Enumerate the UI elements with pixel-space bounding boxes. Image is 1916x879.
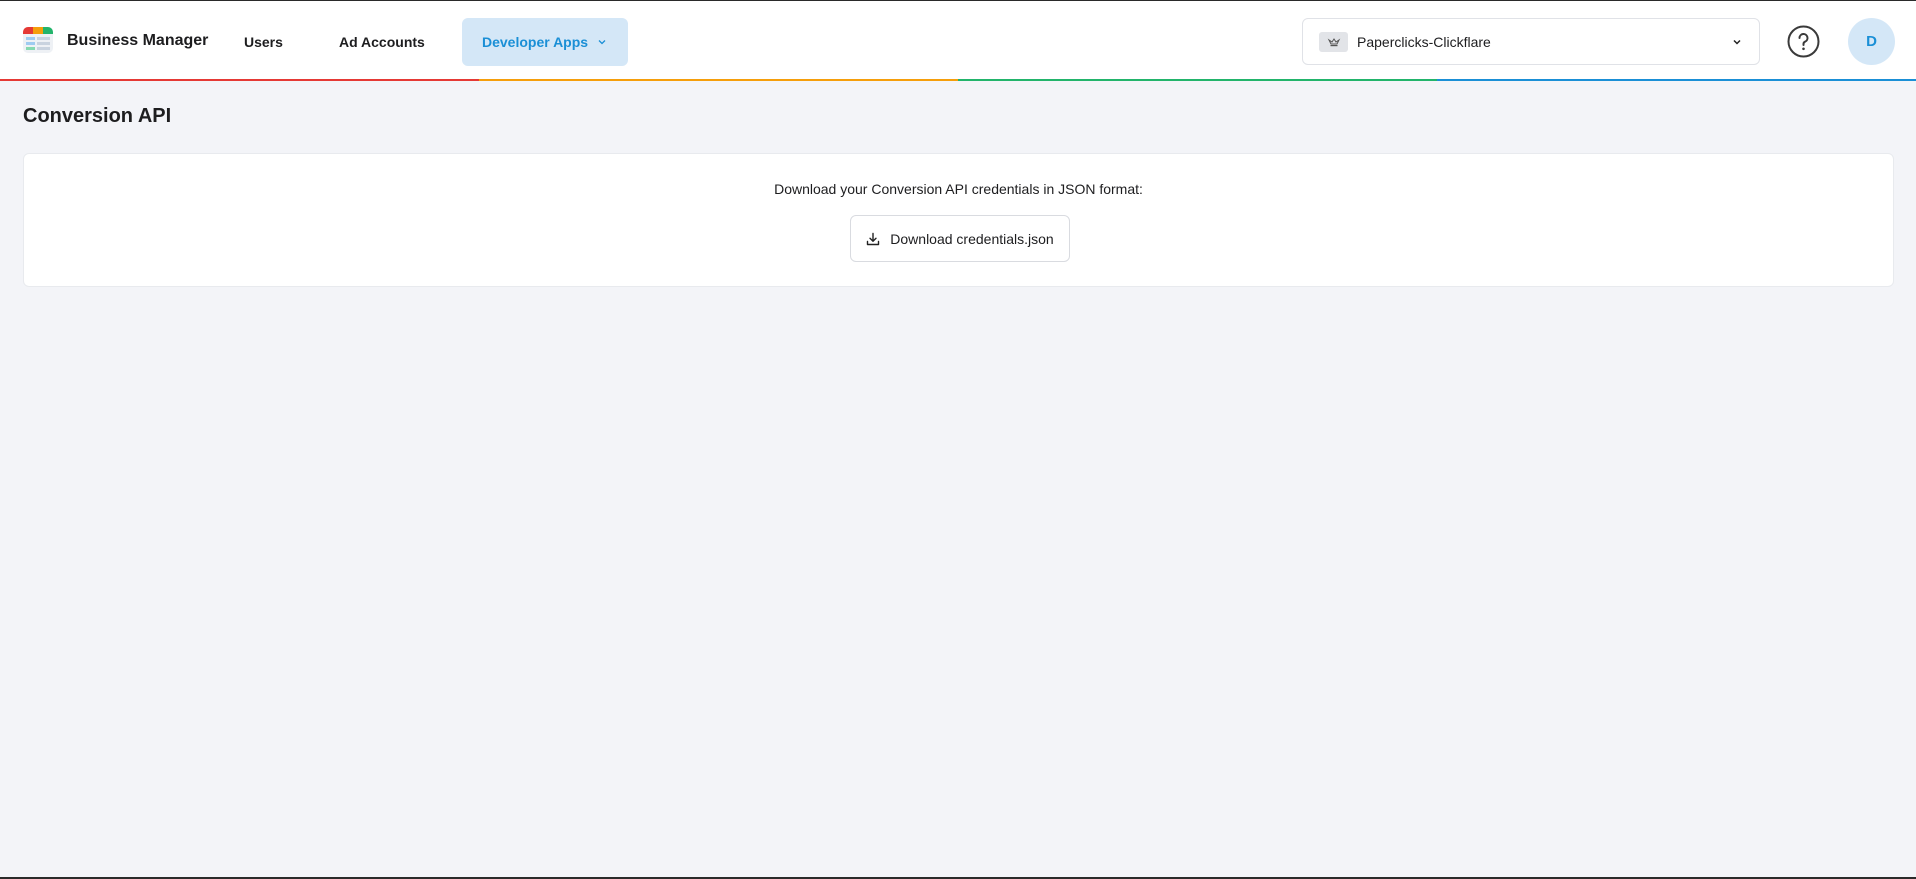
nav-ad-accounts[interactable]: Ad Accounts — [339, 18, 425, 66]
page-title: Conversion API — [23, 105, 172, 127]
stripe-green — [958, 79, 1437, 81]
header-color-stripe — [0, 79, 1916, 81]
nav-developer-apps[interactable]: Developer Apps — [462, 18, 628, 66]
app-frame — [0, 0, 1916, 879]
account-selector-value: Paperclicks-Clickflare — [1357, 33, 1491, 50]
app-logo-icon[interactable] — [23, 25, 53, 55]
chevron-down-icon — [1731, 36, 1743, 48]
account-selector[interactable]: Paperclicks-Clickflare — [1302, 18, 1760, 65]
nav-users[interactable]: Users — [244, 18, 283, 66]
chevron-down-icon — [597, 37, 607, 47]
avatar[interactable]: D — [1848, 18, 1895, 65]
nav-developer-apps-label: Developer Apps — [482, 34, 589, 50]
help-circle-icon[interactable] — [1787, 25, 1820, 58]
download-credentials-label: Download credentials.json — [890, 230, 1054, 247]
stripe-orange — [479, 79, 958, 81]
download-icon — [866, 232, 880, 246]
credentials-card: Download your Conversion API credentials… — [23, 153, 1894, 287]
brand-title: Business Manager — [67, 32, 209, 49]
credentials-description: Download your Conversion API credentials… — [774, 181, 1143, 197]
stripe-red — [0, 79, 479, 81]
briefcase-icon — [1319, 31, 1348, 52]
stripe-blue — [1437, 79, 1916, 81]
top-header: Business Manager Users Ad Accounts Devel… — [0, 1, 1916, 81]
download-credentials-button[interactable]: Download credentials.json — [850, 215, 1070, 262]
